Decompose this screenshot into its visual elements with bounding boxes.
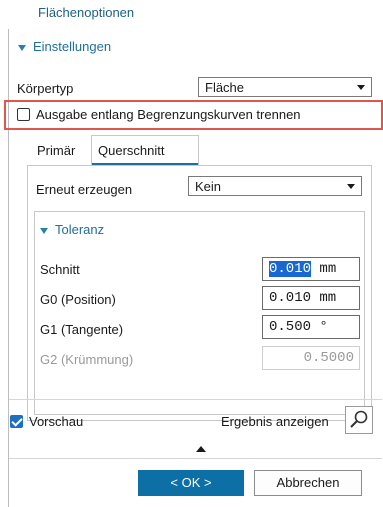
tolerance-cut-label: Schnitt [40, 262, 80, 277]
regenerate-dropdown[interactable]: Kein [188, 176, 362, 196]
ok-button[interactable]: < OK > [138, 470, 244, 496]
collapse-triangle-icon [40, 227, 48, 234]
tolerance-g2-value: 0.5000 [303, 350, 354, 366]
show-result-label: Ergebnis anzeigen [221, 414, 329, 429]
split-output-label: Ausgabe entlang Begrenzungskurven trenne… [36, 107, 301, 122]
tolerance-group: Toleranz Schnitt 0.010 mm G0 (Position) … [34, 211, 365, 415]
collapse-triangle-icon [18, 44, 26, 51]
tolerance-cut-input[interactable]: 0.010 mm [262, 257, 360, 281]
tolerance-g2-label: G2 (Krümmung) [40, 352, 134, 367]
body-type-label: Körpertyp [17, 81, 74, 96]
tolerance-g1-value: 0.500 ° [269, 319, 328, 335]
tolerance-g0-input[interactable]: 0.010 mm [262, 286, 360, 310]
tab-primaer[interactable]: Primär [37, 143, 75, 158]
tab-querschnitt[interactable]: Querschnitt [91, 135, 199, 165]
expand-up-icon[interactable] [196, 446, 206, 452]
tolerance-g1-label: G1 (Tangente) [40, 322, 124, 337]
tolerance-section-header[interactable]: Toleranz [40, 222, 104, 237]
show-result-button[interactable] [345, 406, 373, 434]
options-panel: Einstellungen Körpertyp Fläche Ausgabe e… [4, 29, 383, 507]
tolerance-g1-input[interactable]: 0.500 ° [262, 315, 360, 339]
divider [9, 458, 382, 459]
regenerate-value: Kein [195, 179, 222, 194]
tolerance-cut-unit: mm [319, 261, 337, 277]
chevron-down-icon [347, 184, 355, 189]
divider [9, 399, 382, 400]
preview-checkbox[interactable] [10, 415, 23, 428]
body-type-value: Fläche [205, 80, 245, 95]
dialog-title: Flächenoptionen [38, 5, 135, 20]
tolerance-g0-value: 0.010 mm [269, 290, 337, 306]
settings-section-label: Einstellungen [33, 39, 112, 54]
settings-section-header[interactable]: Einstellungen [18, 39, 111, 54]
querschnitt-panel: Erneut erzeugen Kein Toleranz Schnitt 0.… [27, 165, 372, 421]
preview-label: Vorschau [29, 414, 84, 429]
tab-querschnitt-label: Querschnitt [98, 143, 165, 158]
magnifier-icon [350, 410, 368, 428]
tolerance-g0-label: G0 (Position) [40, 292, 116, 307]
regenerate-label: Erneut erzeugen [36, 182, 133, 197]
tolerance-section-label: Toleranz [55, 222, 105, 237]
tolerance-cut-value: 0.010 [269, 261, 312, 277]
split-output-checkbox[interactable] [17, 108, 30, 121]
body-type-dropdown[interactable]: Fläche [198, 77, 372, 97]
tolerance-g2-input: 0.5000 [262, 346, 360, 370]
chevron-down-icon [357, 85, 365, 90]
cancel-button[interactable]: Abbrechen [254, 470, 362, 496]
